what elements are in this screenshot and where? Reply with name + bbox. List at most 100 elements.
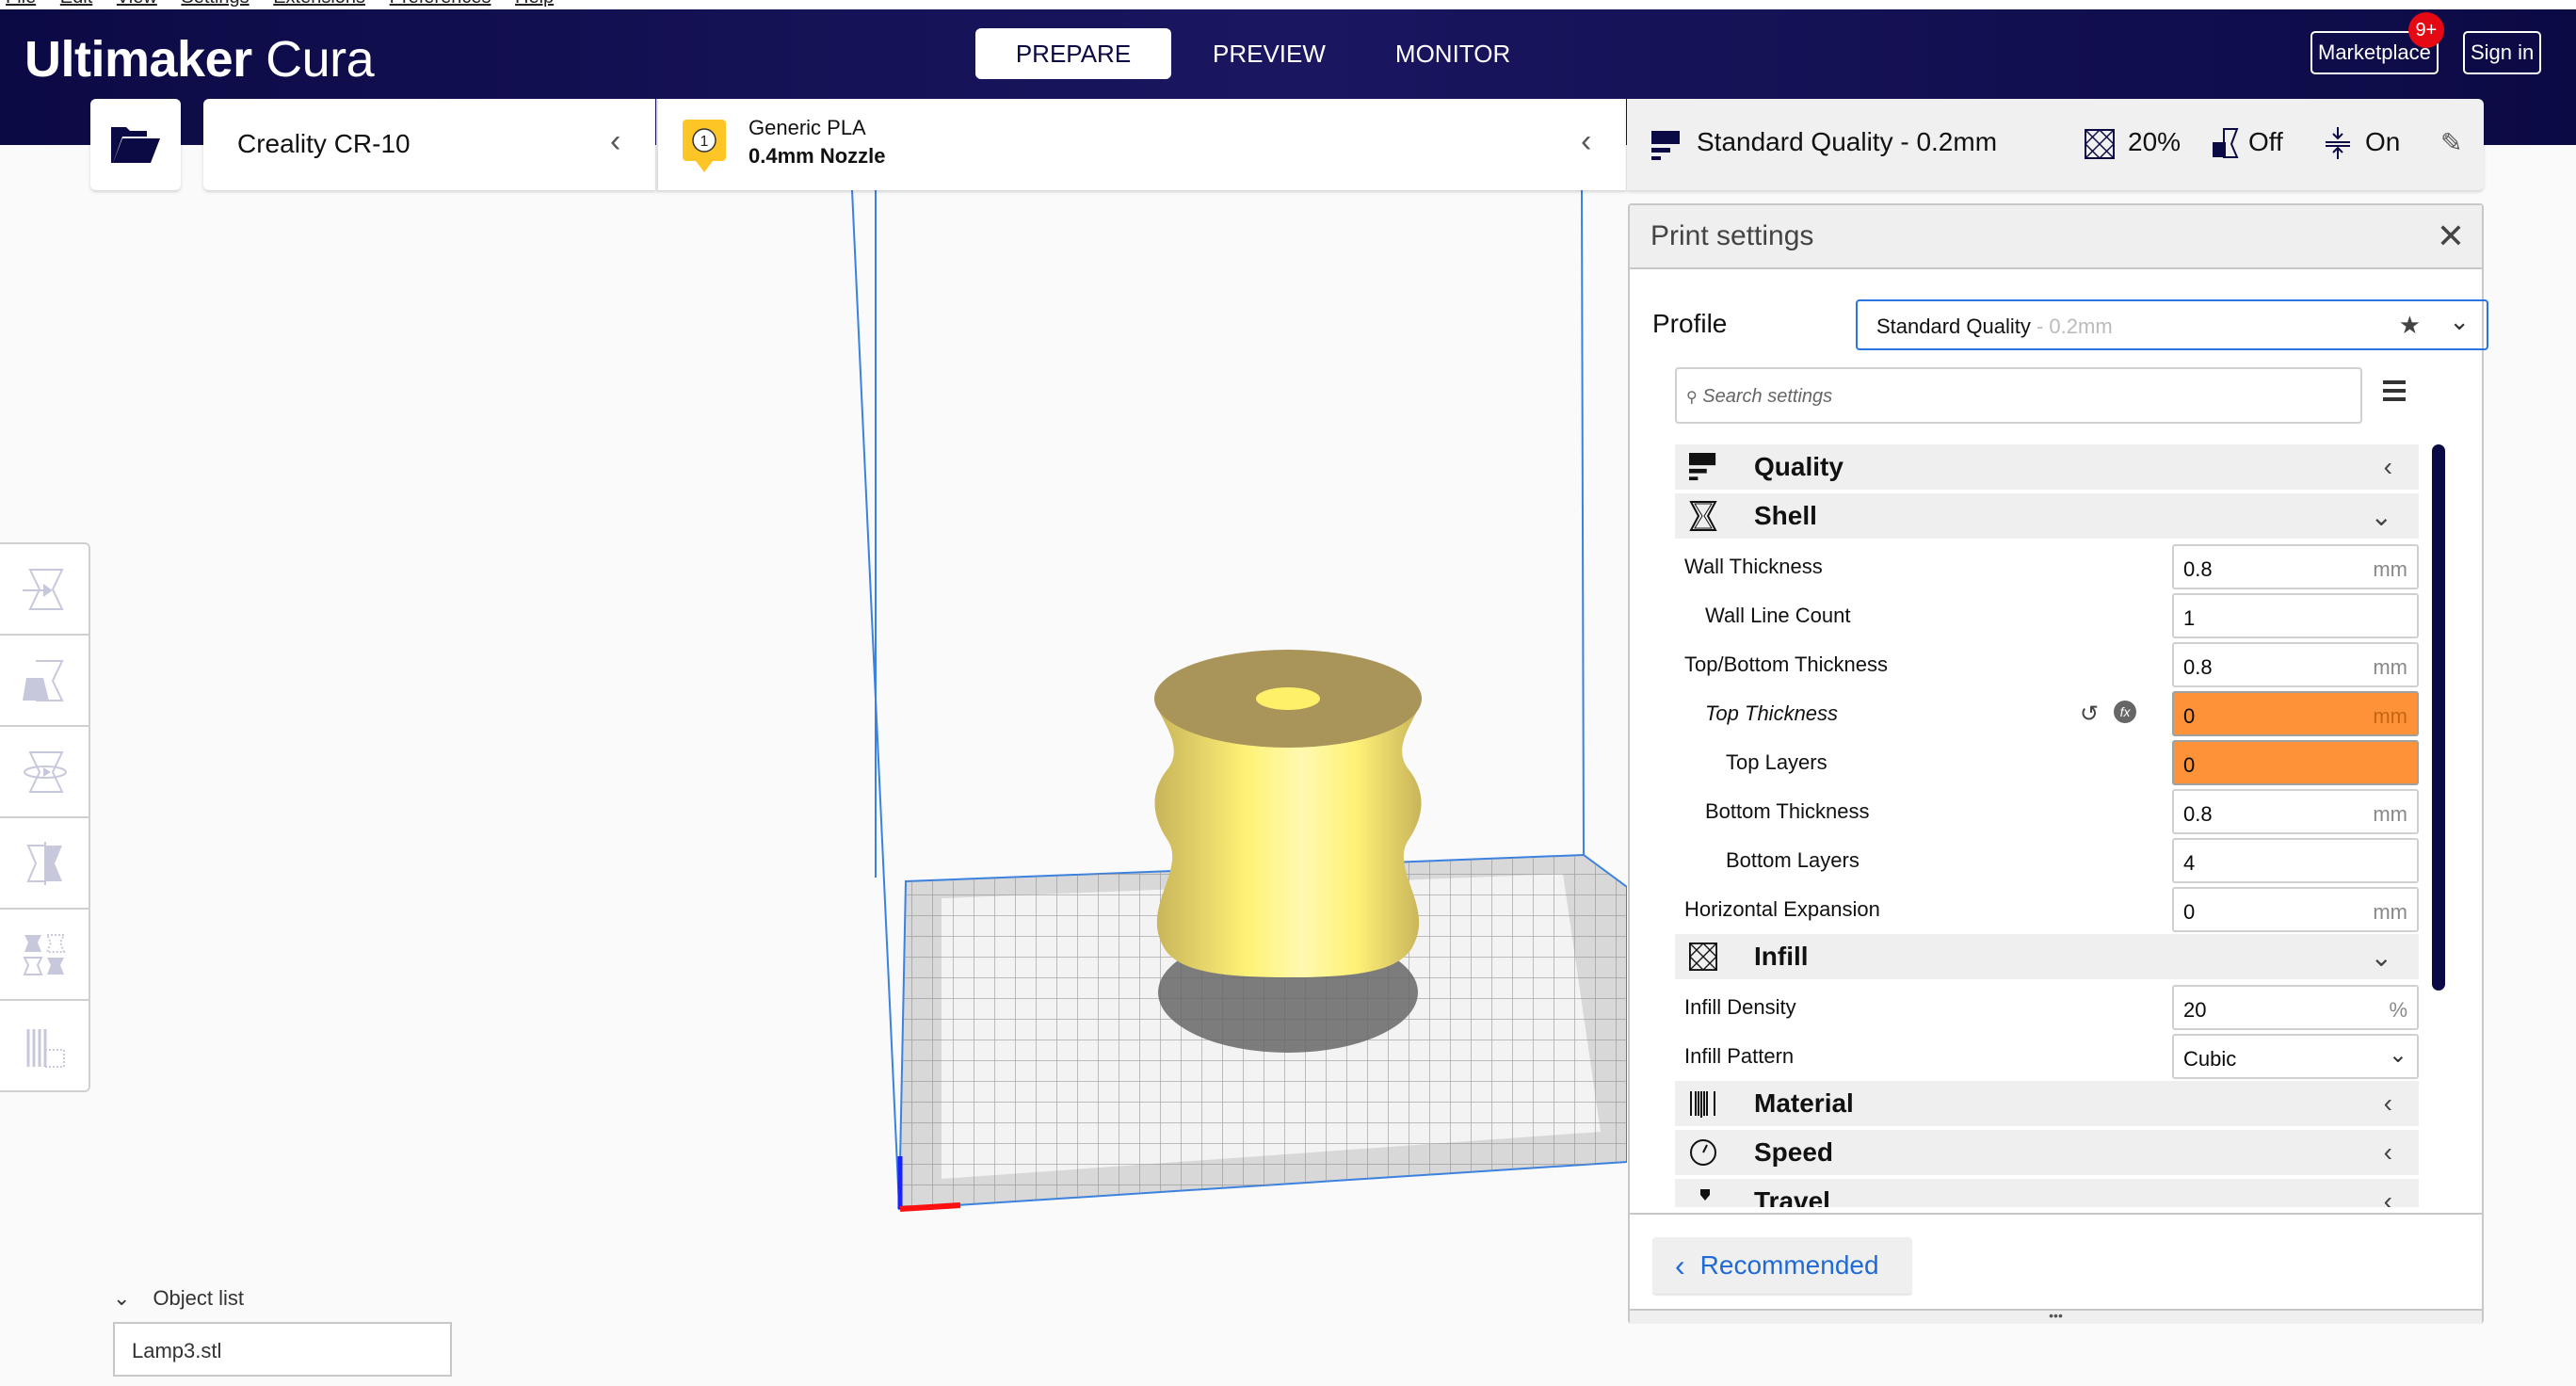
adhesion-icon	[2326, 127, 2350, 159]
profile-suffix: - 0.2mm	[2030, 314, 2113, 338]
object-list-toggle[interactable]: ⌄ Object list	[113, 1286, 452, 1311]
setting-input[interactable]: 1	[2172, 593, 2419, 638]
setting-row: Infill Pattern Cubic ⌄	[1675, 1032, 2419, 1081]
mirror-tool[interactable]	[0, 818, 89, 910]
search-icon: ⚲	[1686, 390, 1698, 406]
per-model-settings-tool[interactable]	[0, 910, 89, 1001]
setting-value: 0	[2183, 900, 2196, 924]
menu-file[interactable]: File	[6, 0, 36, 8]
quality-icon	[1675, 453, 1731, 481]
menu-preferences[interactable]: Preferences	[390, 0, 491, 8]
pencil-icon[interactable]: ✎	[2440, 127, 2462, 158]
support-blocker-tool[interactable]	[0, 1001, 89, 1092]
profile-dropdown[interactable]: Standard Quality - 0.2mm ★ ⌄	[1856, 299, 2488, 350]
category-label: Travel	[1754, 1186, 1830, 1207]
per-model-settings-icon	[23, 933, 66, 975]
setting-input[interactable]: 0.8 mm	[2172, 544, 2419, 589]
marketplace-badge: 9+	[2407, 12, 2444, 48]
object-list: ⌄ Object list Lamp3.stl	[113, 1286, 452, 1377]
close-icon[interactable]: ✕	[2437, 217, 2465, 256]
move-tool[interactable]	[0, 544, 89, 636]
open-file-button[interactable]	[90, 99, 181, 190]
chevron-left-icon: ‹	[2383, 1137, 2392, 1167]
setting-row: Bottom Thickness 0.8 mm	[1675, 787, 2419, 836]
chevron-left-icon: ‹	[1675, 1248, 1685, 1282]
menu-settings[interactable]: Settings	[181, 0, 249, 8]
build-volume-edge	[1581, 190, 1585, 856]
star-icon[interactable]: ★	[2399, 311, 2421, 340]
chevron-down-icon: ⌄	[2370, 942, 2392, 972]
shell-icon	[1675, 500, 1731, 532]
print-setup-selector[interactable]: Standard Quality - 0.2mm 20% Off On ✎	[1627, 99, 2484, 190]
setting-label: Wall Line Count	[1705, 604, 1851, 627]
setting-row: Wall Thickness 0.8 mm	[1675, 542, 2419, 591]
setting-actions: ↺ fx	[2080, 701, 2137, 728]
extruder-icon: 1	[683, 120, 726, 172]
folder-open-icon	[111, 127, 160, 163]
category-speed[interactable]: Speed ‹	[1675, 1130, 2419, 1175]
chevron-down-icon: ⌄	[2370, 501, 2392, 531]
print-settings-header: Print settings ✕	[1630, 205, 2482, 269]
setting-label: Top Thickness	[1705, 701, 1839, 725]
category-infill[interactable]: Infill ⌄	[1675, 934, 2419, 979]
stage-tabs: PREPARE PREVIEW MONITOR	[975, 28, 1538, 79]
rotate-tool[interactable]	[0, 727, 89, 818]
menu-extensions[interactable]: Extensions	[273, 0, 365, 8]
setting-input[interactable]: 0 mm	[2172, 887, 2419, 932]
menu-view[interactable]: View	[117, 0, 157, 8]
sign-in-button[interactable]: Sign in	[2463, 31, 2542, 74]
setting-row: Top/Bottom Thickness 0.8 mm	[1675, 640, 2419, 689]
search-settings-input[interactable]: ⚲ Search settings	[1675, 367, 2362, 424]
rotate-icon	[24, 750, 67, 793]
quality-icon	[1651, 131, 1680, 160]
category-travel[interactable]: Travel ‹	[1675, 1179, 2419, 1207]
setting-unit: %	[2389, 998, 2407, 1022]
category-label: Speed	[1754, 1137, 1834, 1167]
tab-monitor[interactable]: MONITOR	[1367, 28, 1538, 79]
setting-input[interactable]: 0.8 mm	[2172, 789, 2419, 834]
setting-input-warning[interactable]: 0	[2172, 740, 2419, 785]
scale-tool[interactable]	[0, 636, 89, 727]
marketplace-button[interactable]: Marketplace 9+	[2310, 12, 2444, 74]
logo-light: Cura	[266, 31, 375, 88]
category-label: Infill	[1754, 942, 1809, 971]
category-quality[interactable]: Quality ‹	[1675, 444, 2419, 490]
reset-icon[interactable]: ↺	[2080, 701, 2099, 728]
setting-label: Top Layers	[1726, 750, 1827, 774]
infill-pattern-dropdown[interactable]: Cubic ⌄	[2172, 1034, 2419, 1079]
printer-selector[interactable]: Creality CR-10 ‹	[203, 99, 655, 190]
support-icon	[2213, 128, 2239, 158]
infill-icon	[2085, 129, 2115, 159]
setting-row: Wall Line Count 1	[1675, 591, 2419, 640]
profile-label: Profile	[1652, 309, 1728, 338]
material-selector[interactable]: 1 Generic PLA 0.4mm Nozzle ‹	[656, 99, 1626, 190]
menu-help[interactable]: Help	[515, 0, 554, 8]
infill-summary: 20%	[2128, 127, 2182, 156]
tab-prepare[interactable]: PREPARE	[975, 28, 1171, 79]
menu-edit[interactable]: Edit	[60, 0, 92, 8]
setting-input[interactable]: 20%	[2172, 985, 2419, 1030]
formula-icon[interactable]: fx	[2114, 701, 2137, 723]
setting-input-warning[interactable]: 0 mm	[2172, 691, 2419, 736]
setting-value: 0.8	[2183, 557, 2213, 581]
setting-value: 0	[2183, 704, 2196, 728]
panel-title: Print settings	[1650, 220, 1814, 251]
setting-unit: mm	[2373, 900, 2407, 924]
setting-input[interactable]: 4	[2172, 838, 2419, 883]
chevron-down-icon: ⌄	[113, 1286, 131, 1310]
tab-preview[interactable]: PREVIEW	[1184, 28, 1354, 79]
settings-scrollbar[interactable]	[2432, 444, 2445, 991]
category-material[interactable]: Material ‹	[1675, 1081, 2419, 1126]
setting-label: Top/Bottom Thickness	[1684, 653, 1889, 676]
object-list-item[interactable]: Lamp3.stl	[113, 1322, 452, 1377]
panel-resize-handle[interactable]: •••	[1630, 1309, 2482, 1324]
3d-viewport[interactable]	[0, 190, 1627, 1386]
settings-visibility-menu-icon[interactable]	[2383, 380, 2406, 406]
recommended-button[interactable]: ‹ Recommended	[1652, 1237, 1912, 1294]
setting-row: Horizontal Expansion 0 mm	[1675, 885, 2419, 934]
category-shell[interactable]: Shell ⌄	[1675, 493, 2419, 539]
setting-input[interactable]: 0.8 mm	[2172, 642, 2419, 687]
setting-value: 0.8	[2183, 802, 2213, 826]
chevron-left-icon: ‹	[1581, 123, 1592, 159]
setting-row: Top Layers 0	[1675, 738, 2419, 787]
